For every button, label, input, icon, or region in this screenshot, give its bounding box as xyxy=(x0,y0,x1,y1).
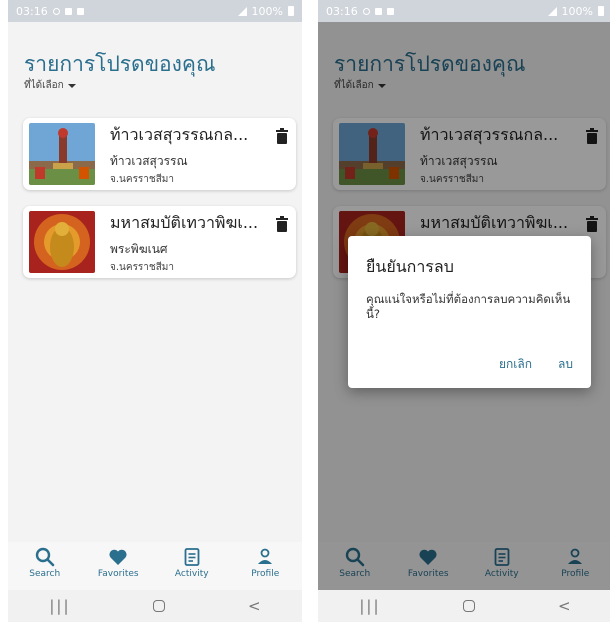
nav-activity[interactable]: Activity xyxy=(162,547,222,579)
favorite-card[interactable]: ท้าวเวสสุวรรณกล... ท้าวเวสสุวรรณ จ.นครรา… xyxy=(23,118,296,190)
status-time: 03:16 xyxy=(16,4,48,18)
filter-label: ที่ได้เลือก xyxy=(24,80,64,91)
nav-favorites-label: Favorites xyxy=(97,569,139,579)
person-icon xyxy=(258,548,273,564)
favorite-location: จ.นครราชสีมา xyxy=(110,174,175,185)
system-navigation-bar: ||| < xyxy=(8,590,302,622)
confirm-delete-dialog: ยืนยันการลบ คุณแน่ใจหรือไม่ที่ต้องการลบค… xyxy=(348,236,591,388)
delete-confirm-button[interactable]: ลบ xyxy=(558,355,573,374)
nav-search[interactable]: Search xyxy=(15,547,75,579)
phone-screen-confirm-delete: 03:16 100% รายการโปรดของคุณ ที่ได้เลือก xyxy=(318,0,610,622)
favorite-title: ท้าวเวสสุวรรณกล... xyxy=(110,125,249,144)
signal-icon xyxy=(237,6,247,16)
nav-activity-label: Activity xyxy=(174,569,209,579)
dnd-icon xyxy=(52,7,60,15)
recent-apps-button[interactable]: ||| xyxy=(49,597,70,615)
dialog-message: คุณแน่ใจหรือไม่ที่ต้องการลบความคิดเห็นนี… xyxy=(366,292,571,321)
home-button[interactable] xyxy=(463,600,476,612)
document-icon xyxy=(184,548,200,566)
nav-profile[interactable]: Profile xyxy=(235,547,295,579)
nav-search-label: Search xyxy=(29,569,61,579)
heart-icon xyxy=(109,549,127,565)
caret-down-icon xyxy=(67,83,76,88)
favorite-deity: พระพิฆเนศ xyxy=(110,242,168,256)
gallery-icon xyxy=(76,7,84,15)
trash-icon[interactable] xyxy=(275,216,289,232)
system-navigation-bar: ||| < xyxy=(318,590,610,622)
favorite-card[interactable]: มหาสมบัติเทวาพิฆเ... พระพิฆเนศ จ.นครราชส… xyxy=(23,206,296,278)
battery-icon xyxy=(598,6,604,16)
favorite-thumbnail xyxy=(29,211,95,273)
dialog-actions: ยกเลิก ลบ xyxy=(499,355,573,374)
status-time: 03:16 xyxy=(326,4,358,18)
back-button[interactable]: < xyxy=(248,597,261,615)
notification-icon xyxy=(374,7,382,15)
phone-screen-list: 03:16 100% รายการโปรดของคุณ ที่ได้เลือก xyxy=(8,0,302,622)
nav-favorites[interactable]: Favorites xyxy=(88,547,148,579)
nav-profile-label: Profile xyxy=(251,569,280,579)
recent-apps-button[interactable]: ||| xyxy=(359,597,380,615)
notification-icon xyxy=(64,7,72,15)
favorite-location: จ.นครราชสีมา xyxy=(110,262,175,273)
bottom-navigation: Search Favorites Activity Profile xyxy=(8,542,302,590)
favorite-deity: ท้าวเวสสุวรรณ xyxy=(110,154,188,168)
trash-icon[interactable] xyxy=(275,128,289,144)
dialog-title: ยืนยันการลบ xyxy=(366,257,454,276)
favorite-title: มหาสมบัติเทวาพิฆเ... xyxy=(110,213,259,232)
filter-dropdown[interactable]: ที่ได้เลือก xyxy=(24,78,76,93)
page-title: รายการโปรดของคุณ xyxy=(24,52,216,76)
favorite-thumbnail xyxy=(29,123,95,185)
gallery-icon xyxy=(386,7,394,15)
home-button[interactable] xyxy=(153,600,166,612)
signal-icon xyxy=(547,6,557,16)
battery-level: 100% xyxy=(561,4,593,18)
status-bar: 03:16 100% xyxy=(8,0,302,22)
battery-icon xyxy=(288,6,294,16)
search-icon xyxy=(35,547,55,567)
status-bar: 03:16 100% xyxy=(318,0,610,22)
cancel-button[interactable]: ยกเลิก xyxy=(499,355,532,374)
dnd-icon xyxy=(362,7,370,15)
battery-level: 100% xyxy=(251,4,283,18)
back-button[interactable]: < xyxy=(558,597,571,615)
